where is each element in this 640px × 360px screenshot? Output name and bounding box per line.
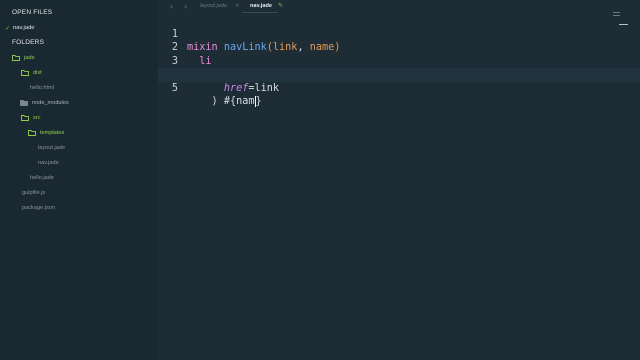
folder-closed-icon (20, 99, 28, 106)
open-file-label: nav.jade (13, 25, 35, 31)
code-line-1: 1 mixin navLink(link, name) (158, 14, 640, 54)
folder-open-icon (21, 69, 29, 76)
tree-item-label: dist (33, 69, 42, 76)
folders-heading: FOLDERS (12, 39, 45, 46)
folder-open-icon (28, 129, 36, 136)
code-area[interactable]: 1 mixin navLink(link, name) 2 li 3 a( 4 … (158, 14, 640, 107)
tree-file-gulpfile[interactable]: gulpfile.js (22, 187, 45, 198)
tab-layout-jade[interactable]: layout.jade (200, 3, 227, 9)
tree-file-layout-jade[interactable]: layout.jade (38, 142, 65, 153)
token-interpolation: #{nam (217, 96, 255, 107)
tree-file-hello-html[interactable]: hello.html (30, 82, 54, 93)
tree-item-label: jade (24, 54, 35, 61)
tree-item-label: node_modules (32, 99, 69, 106)
tree-file-nav-jade[interactable]: nav.jade (38, 157, 59, 168)
tree-file-package-json[interactable]: package.json (22, 202, 55, 213)
code-text: ) #{nam} (187, 95, 262, 109)
pencil-icon: ✎ (278, 2, 284, 9)
tree-file-hello-jade[interactable]: hello.jade (30, 172, 54, 183)
open-files-heading: OPEN FILES (12, 9, 53, 16)
tab-nav-jade[interactable]: nav.jade (250, 3, 272, 9)
code-text: href=link (187, 82, 279, 96)
tree-folder-node-modules[interactable]: node_modules (20, 97, 69, 108)
tree-item-label: gulpfile.js (22, 189, 46, 196)
back-arrow-icon[interactable]: ‹ (170, 2, 173, 11)
code-line-4: 4 href=link (158, 55, 640, 94)
tree-folder-dist[interactable]: dist (21, 67, 42, 78)
folder-open-icon (21, 114, 29, 121)
tree-item-label: nav.jade (38, 159, 59, 166)
tree-item-label: hello.html (30, 84, 54, 91)
active-tab-indicator (242, 12, 278, 13)
tree-item-label: templates (40, 129, 65, 136)
line-number: 5 (171, 82, 178, 94)
token-value: =link (248, 82, 280, 94)
forward-arrow-icon[interactable]: › (184, 2, 187, 11)
token-attribute: href (223, 82, 249, 94)
tree-item-label: src (33, 114, 41, 121)
folder-open-icon (12, 54, 20, 61)
tab-bar: ‹ › layout.jade × nav.jade ✎ (158, 0, 640, 16)
tree-folder-src[interactable]: src (21, 112, 40, 123)
checkmark-icon: ✓ (5, 24, 11, 32)
code-line-2: 2 li (158, 28, 640, 67)
tree-folder-templates[interactable]: templates (28, 127, 64, 138)
tree-item-label: package.json (22, 204, 55, 211)
sidebar: OPEN FILES ✓ nav.jade FOLDERS jade dist … (0, 0, 158, 360)
open-file-nav-jade[interactable]: ✓ nav.jade (0, 22, 158, 34)
tree-item-label: layout.jade (38, 144, 66, 151)
close-icon[interactable]: × (235, 3, 240, 9)
token-interpolation-close: } (255, 96, 262, 107)
code-line-5: 5 ) #{nam} (158, 68, 640, 107)
tree-folder-jade[interactable]: jade (12, 52, 35, 63)
tree-item-label: hello.jade (30, 174, 54, 181)
editor-pane: ‹ › layout.jade × nav.jade ✎ 1 mixin nav… (158, 0, 640, 360)
code-line-3: 3 a( (158, 41, 640, 81)
